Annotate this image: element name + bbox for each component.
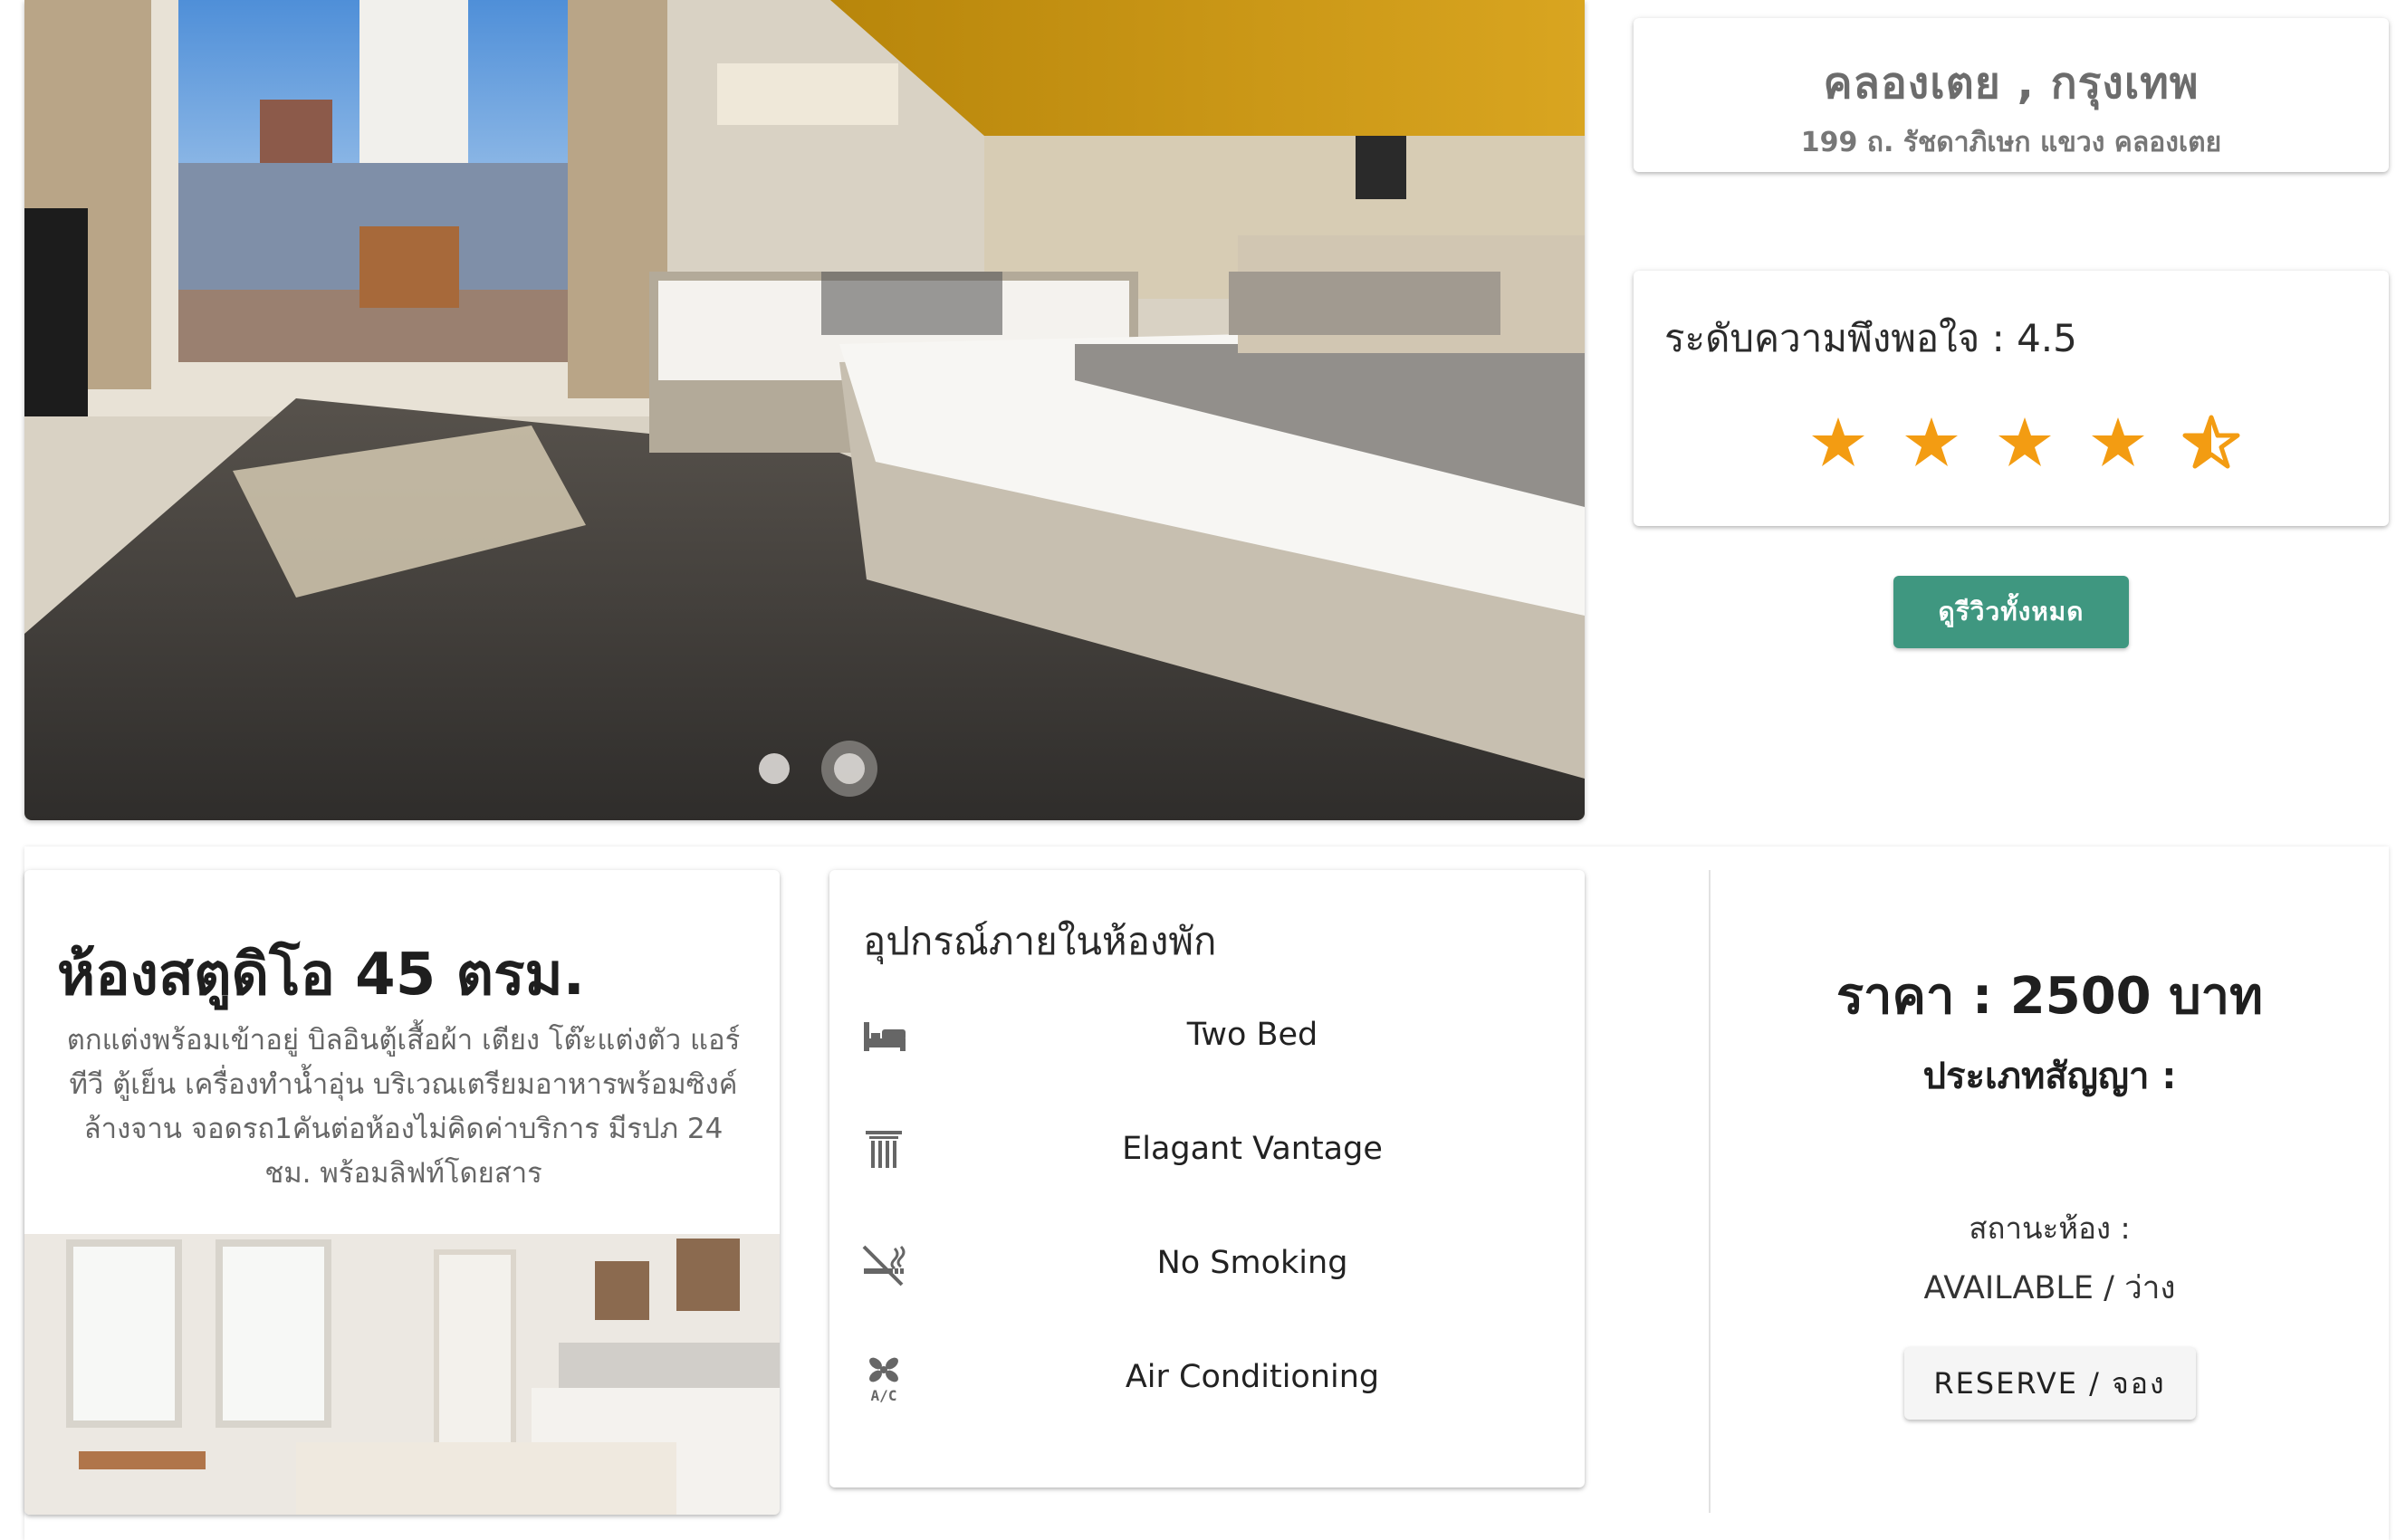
column-icon — [866, 1131, 902, 1168]
carousel-dot-1[interactable] — [759, 753, 790, 784]
amenity-item: No Smoking — [829, 1232, 1585, 1296]
room-description: ตกแต่งพร้อมเข้าอยู่ บิลอินตู้เสื้อผ้า เต… — [66, 1024, 741, 1190]
star-icon — [1905, 417, 1958, 466]
location-address: 199 ถ. รัชดาภิเษก แขวง คลองเตย — [1800, 127, 2222, 158]
star-half-icon — [2182, 415, 2240, 469]
bed-icon — [864, 1022, 906, 1051]
amenity-label: Two Bed — [1186, 1017, 1318, 1053]
air-conditioning-icon: A/C — [869, 1357, 898, 1402]
amenity-label: Elagant Vantage — [1122, 1131, 1383, 1167]
rating-label: ระดับความพึงพอใจ : 4.5 — [1664, 316, 2077, 360]
amenities-heading: อุปกรณ์ภายในห้องพัก — [863, 919, 1217, 963]
room-photo — [24, 1234, 780, 1515]
amenity-item: A/C Air Conditioning — [829, 1346, 1585, 1410]
room-details-panel: ห้องสตูดิโอ 45 ตรม. ตกแต่งพร้อมเข้าอยู่ … — [24, 847, 2389, 1540]
star-icon — [1812, 417, 1864, 466]
contract-type: ประเภทสัญญา : — [1922, 1056, 2177, 1097]
room-price: ราคา : 2500 บาท — [1835, 967, 2264, 1026]
amenity-item: Two Bed — [829, 1004, 1585, 1067]
reserve-button[interactable]: RESERVE / จอง — [1903, 1347, 2196, 1420]
no-smoking-icon — [862, 1245, 906, 1287]
room-status-value: AVAILABLE / ว่าง — [1923, 1270, 2176, 1306]
star-icon — [1998, 417, 2051, 466]
room-card: ห้องสตูดิโอ 45 ตรม. ตกแต่งพร้อมเข้าอยู่ … — [24, 870, 780, 1515]
rating-card: ระดับความพึงพอใจ : 4.5 — [1634, 271, 2389, 526]
location-city: คลองเตย , กรุงเทพ — [1823, 58, 2200, 109]
room-title: ห้องสตูดิโอ 45 ตรม. — [57, 942, 585, 1009]
svg-text:A/C: A/C — [871, 1387, 897, 1402]
star-icon — [2092, 417, 2144, 466]
amenity-label: No Smoking — [1156, 1245, 1348, 1281]
room-status-label: สถานะห้อง : — [1969, 1210, 2131, 1246]
amenity-item: Elagant Vantage — [829, 1118, 1585, 1181]
hotel-room-photo — [24, 0, 1585, 820]
booking-section: ราคา : 2500 บาท ประเภทสัญญา : สถานะห้อง … — [1711, 847, 2389, 1540]
amenity-label: Air Conditioning — [1125, 1359, 1380, 1395]
carousel-dot-2[interactable] — [821, 741, 877, 797]
view-all-reviews-button[interactable]: ดูรีวิวทั้งหมด — [1893, 576, 2129, 648]
location-card: คลองเตย , กรุงเทพ 199 ถ. รัชดาภิเษก แขวง… — [1634, 18, 2389, 172]
rating-stars — [1792, 407, 2258, 479]
amenities-card: อุปกรณ์ภายในห้องพัก Two Bed Elagant Vant… — [829, 870, 1585, 1487]
room-photo-carousel[interactable] — [24, 0, 1585, 820]
